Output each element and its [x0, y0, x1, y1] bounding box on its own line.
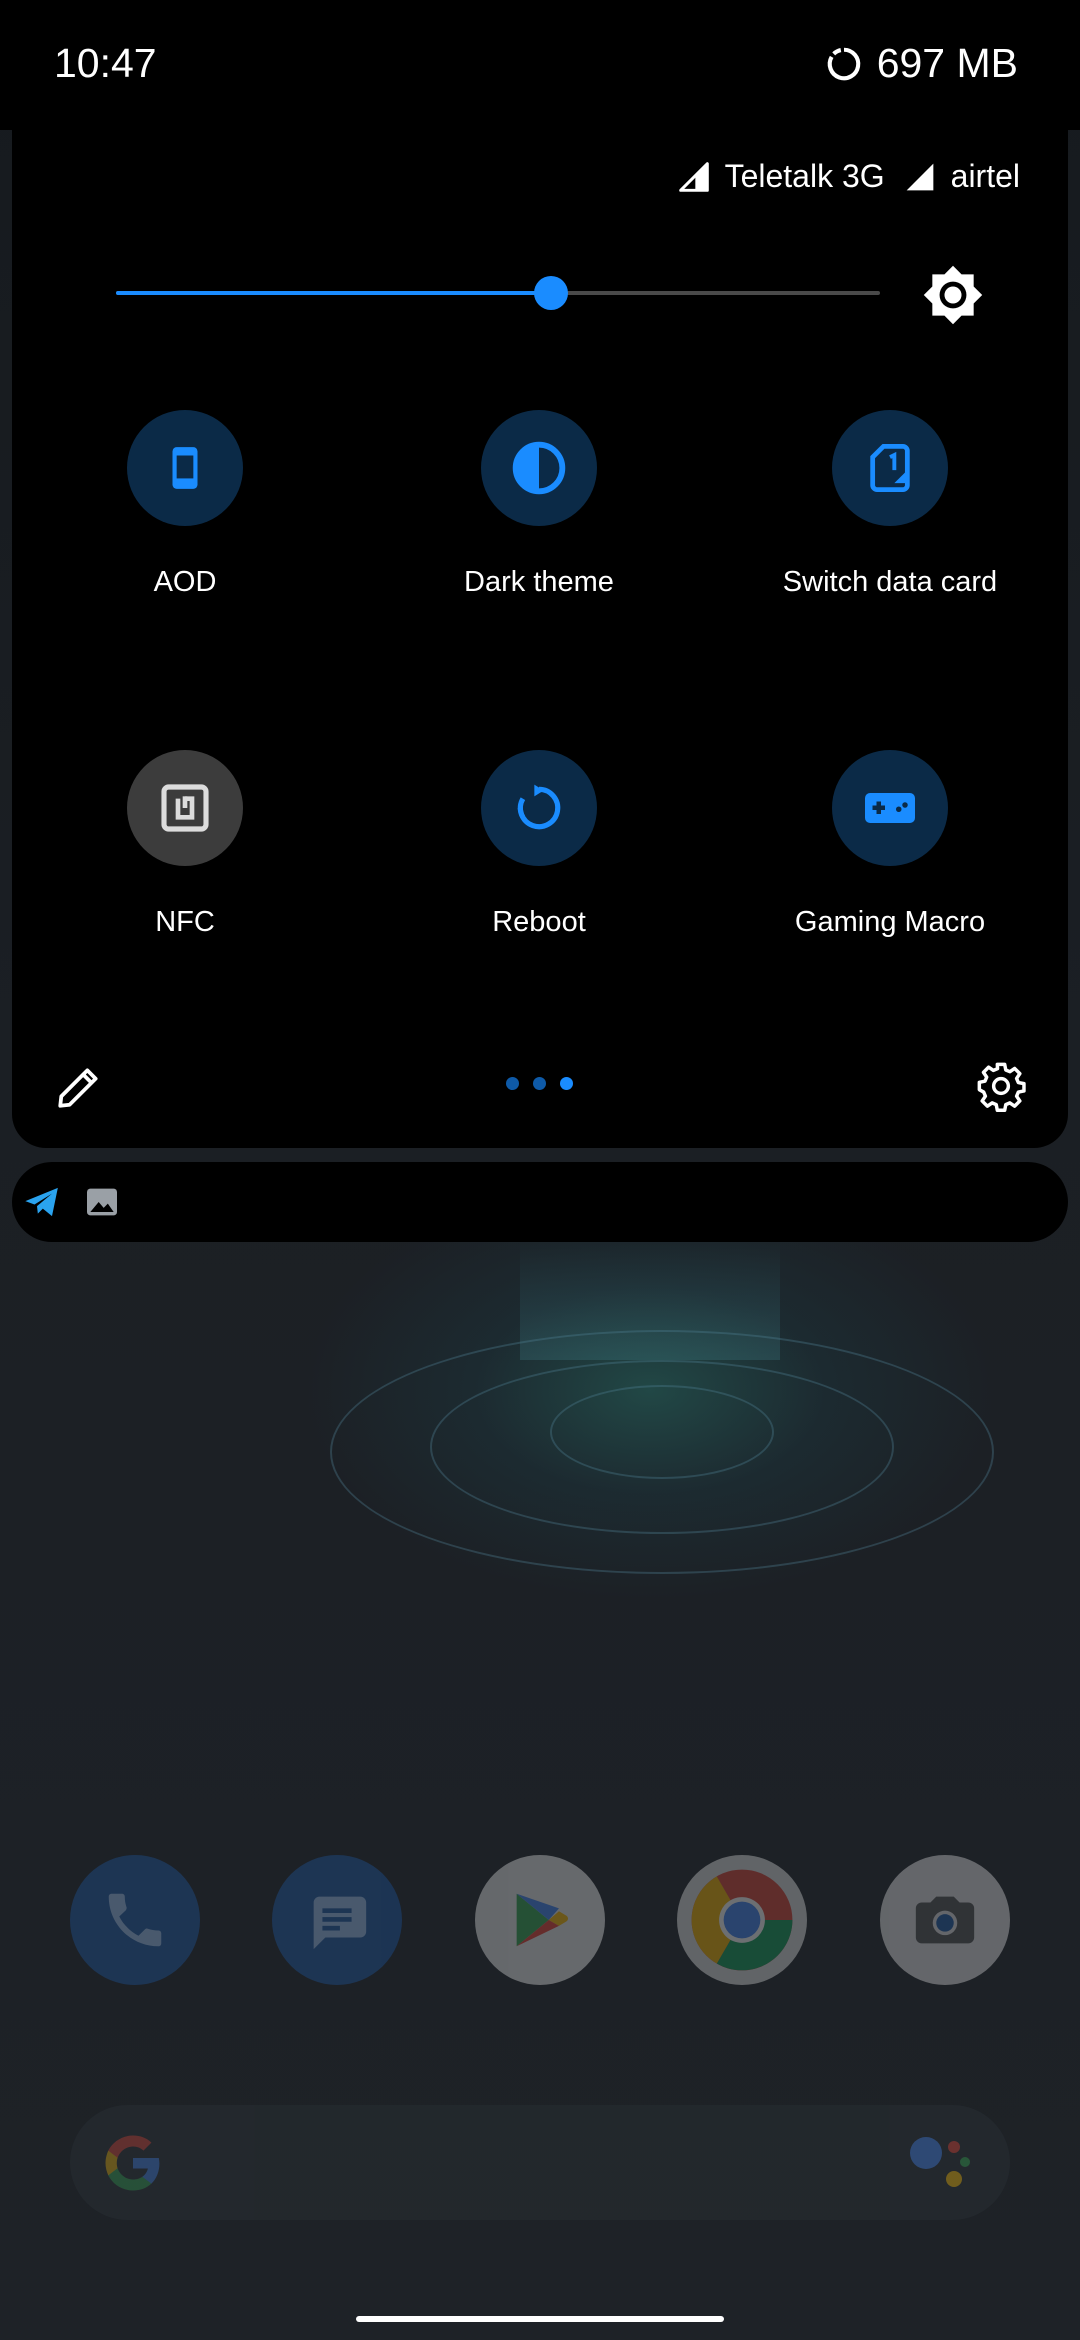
carrier-info: Teletalk 3G airtel	[677, 158, 1020, 195]
half-circle-icon	[512, 441, 566, 495]
clock: 10:47	[54, 40, 157, 86]
carrier-name: airtel	[950, 158, 1020, 194]
dock-phone-app[interactable]	[70, 1855, 200, 1985]
google-logo-icon	[105, 2135, 160, 2191]
tile-label: AOD	[153, 566, 217, 598]
page-indicator	[506, 1077, 573, 1090]
tile-dark-theme-button[interactable]	[481, 410, 597, 526]
wallpaper-ring	[550, 1385, 774, 1479]
page-dot[interactable]	[506, 1077, 519, 1090]
tile-label: Gaming Macro	[794, 906, 986, 938]
chrome-icon	[691, 1869, 793, 1971]
status-bar: 10:47 697 MB	[0, 0, 1080, 130]
gear-icon[interactable]	[975, 1060, 1027, 1112]
page-dot-active[interactable]	[560, 1077, 573, 1090]
signal-icon	[906, 163, 933, 190]
tile-label: Reboot	[492, 906, 586, 938]
quick-settings-panel	[12, 120, 1068, 1148]
tile-aod-button[interactable]	[127, 410, 243, 526]
messages-icon	[313, 1896, 367, 1950]
assistant-icon[interactable]	[910, 2135, 970, 2195]
data-saver-icon	[827, 47, 860, 80]
tile-dark-theme[interactable]: Dark theme	[389, 410, 689, 599]
brightness-slider-fill	[116, 291, 552, 295]
play-store-icon	[516, 1893, 568, 1947]
pencil-icon[interactable]	[54, 1062, 104, 1112]
tile-nfc-button[interactable]	[127, 750, 243, 866]
tile-label: Dark theme	[464, 566, 614, 598]
tile-reboot-button[interactable]	[481, 750, 597, 866]
phone-screen-icon	[172, 447, 198, 489]
tile-label: NFC	[155, 906, 215, 938]
tile-label: Switch data card	[782, 566, 998, 598]
telegram-icon	[25, 1187, 58, 1217]
brightness-icon[interactable]	[922, 264, 984, 326]
signal-icon	[678, 161, 709, 192]
data-usage-value: 697 MB	[876, 40, 1018, 86]
phone-icon	[108, 1893, 162, 1947]
brightness-slider[interactable]	[116, 276, 880, 310]
dock-chrome-app[interactable]	[677, 1855, 807, 1985]
carrier-1: Teletalk 3G	[677, 158, 885, 195]
tile-nfc[interactable]: NFC	[35, 750, 335, 939]
reboot-icon	[517, 784, 561, 830]
dock-camera-app[interactable]	[880, 1855, 1010, 1985]
home-gesture-bar[interactable]	[356, 2316, 724, 2322]
camera-icon	[915, 1896, 975, 1944]
carrier-name: Teletalk 3G	[724, 158, 885, 194]
dock-messages-app[interactable]	[272, 1855, 402, 1985]
tile-switch-data-card[interactable]: Switch data card	[740, 410, 1040, 599]
nfc-icon	[161, 784, 209, 832]
tile-gaming-macro-button[interactable]	[832, 750, 948, 866]
dock-play-store-app[interactable]	[475, 1855, 605, 1985]
image-icon	[87, 1188, 117, 1216]
page-dot[interactable]	[533, 1077, 546, 1090]
sim-card-icon	[870, 443, 910, 493]
tile-switch-data-card-button[interactable]	[832, 410, 948, 526]
google-search-bar[interactable]	[70, 2105, 1010, 2220]
data-usage-indicator: 697 MB	[825, 40, 1018, 87]
tile-reboot[interactable]: Reboot	[389, 750, 689, 939]
tile-aod[interactable]: AOD	[35, 410, 335, 599]
tile-gaming-macro[interactable]: Gaming Macro	[740, 750, 1040, 939]
gamepad-icon	[865, 793, 915, 823]
notification-strip[interactable]	[12, 1162, 1068, 1242]
carrier-2: airtel	[903, 158, 1020, 195]
